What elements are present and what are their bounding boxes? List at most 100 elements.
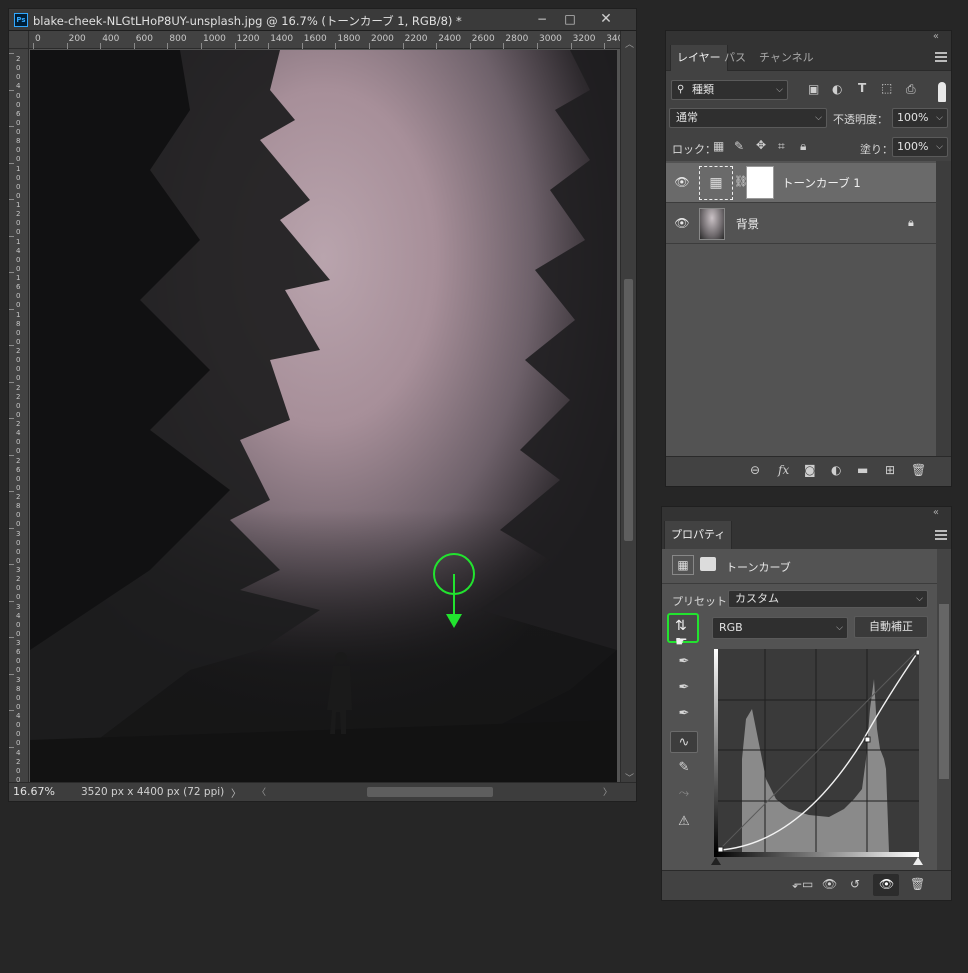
curves-adjustment-icon[interactable]: ▦ bbox=[672, 555, 694, 575]
tab-properties[interactable]: プロパティ bbox=[664, 521, 733, 549]
filter-adjustment-icon[interactable]: ◐ bbox=[832, 82, 842, 96]
blend-mode-select[interactable]: 通常 ⌵ bbox=[669, 108, 827, 128]
chevron-down-icon: ⌵ bbox=[936, 142, 943, 152]
curve-control-point[interactable] bbox=[864, 736, 871, 743]
preset-select[interactable]: カスタム ⌵ bbox=[728, 590, 928, 608]
visibility-eye-icon[interactable]: 👁︎ bbox=[674, 216, 690, 232]
adjustment-layer-icon[interactable]: ◐ bbox=[831, 463, 841, 477]
layer-name[interactable]: トーンカーブ 1 bbox=[782, 175, 861, 191]
ruler-tick-label: 0 bbox=[16, 155, 21, 164]
curves-adjustment-icon[interactable]: ▦ bbox=[699, 166, 733, 200]
tab-channels[interactable]: チャンネル bbox=[753, 45, 820, 71]
white-point-eyedropper-icon[interactable]: ✒ bbox=[670, 703, 698, 725]
trash-icon[interactable]: 🗑︎ bbox=[910, 877, 925, 891]
ruler-tick-label: 0 bbox=[16, 173, 21, 182]
fill-field[interactable]: 100% ⌵ bbox=[892, 137, 948, 157]
layer-thumbnail[interactable] bbox=[699, 208, 725, 240]
horizontal-scroll-thumb[interactable] bbox=[367, 787, 493, 797]
link-icon[interactable]: ⊖ bbox=[750, 463, 760, 477]
panel-menu-icon[interactable] bbox=[935, 530, 947, 540]
layer-mask-thumbnail[interactable] bbox=[746, 166, 774, 199]
filter-pixel-icon[interactable]: ▣ bbox=[808, 82, 819, 96]
document-titlebar[interactable]: Ps blake-cheek-NLGtLHoP8UY-unsplash.jpg … bbox=[9, 9, 636, 31]
scroll-right-icon[interactable]: 〉 bbox=[603, 785, 612, 798]
fx-icon[interactable]: fx bbox=[778, 463, 789, 477]
ruler-tick-label: 0 bbox=[16, 91, 21, 100]
ruler-tick-label: 2000 bbox=[371, 34, 394, 44]
auto-button[interactable]: 自動補正 bbox=[854, 616, 928, 638]
ruler-tick-label: 0 bbox=[16, 64, 21, 73]
chevron-down-icon: ⌵ bbox=[836, 623, 843, 633]
filter-shape-icon[interactable]: ⬚ bbox=[881, 81, 892, 95]
mask-icon[interactable] bbox=[700, 557, 716, 571]
visibility-toggle[interactable]: 👁︎ bbox=[873, 874, 899, 896]
image-canvas[interactable] bbox=[30, 50, 617, 791]
scroll-left-icon[interactable]: 〈 bbox=[257, 785, 266, 798]
layers-scrollbar[interactable] bbox=[936, 161, 951, 456]
ruler-tick-label: 0 bbox=[16, 255, 21, 264]
curve-white-point[interactable] bbox=[915, 649, 922, 656]
ruler-tick bbox=[9, 418, 14, 419]
view-previous-icon[interactable]: 👁︎ bbox=[822, 877, 837, 891]
vertical-scroll-thumb[interactable] bbox=[624, 279, 633, 541]
minimize-button[interactable]: − bbox=[529, 11, 555, 27]
curves-plot[interactable] bbox=[714, 649, 922, 853]
curves-graph[interactable] bbox=[714, 649, 922, 853]
layer-row-background[interactable]: 👁︎ 背景 🔒︎ bbox=[666, 204, 936, 244]
lock-image-brush-icon[interactable]: ✎ bbox=[734, 139, 744, 153]
black-input-slider[interactable] bbox=[711, 857, 721, 865]
ruler-tick-label: 0 bbox=[16, 629, 21, 638]
layer-row-curves[interactable]: 👁︎ ▦ ⛓︎ トーンカーブ 1 bbox=[666, 163, 936, 203]
smooth-curve-icon[interactable]: ⤳ bbox=[670, 783, 698, 805]
curve-point-tool-icon[interactable]: ∿ bbox=[670, 731, 698, 753]
status-menu-chevron-icon[interactable]: 〉 bbox=[231, 785, 241, 800]
gray-point-eyedropper-icon[interactable]: ✒ bbox=[670, 677, 698, 699]
channel-select[interactable]: RGB ⌵ bbox=[712, 617, 848, 639]
ruler-tick bbox=[268, 43, 270, 49]
lock-position-move-icon[interactable]: ✥ bbox=[756, 138, 766, 152]
properties-scrollbar[interactable] bbox=[937, 549, 951, 870]
vertical-ruler[interactable]: 2004006008001000120014001600180020002200… bbox=[9, 49, 29, 790]
horizontal-ruler[interactable]: 0 200 400 600 800 1000 1200 1400 1600 1800 2000 220… bbox=[29, 31, 629, 49]
collapse-panel-icon[interactable]: « bbox=[933, 31, 939, 42]
layer-name[interactable]: 背景 bbox=[736, 216, 759, 232]
ruler-tick-label: 0 bbox=[16, 301, 21, 310]
filter-smartobject-icon[interactable]: ⎙ bbox=[906, 82, 916, 97]
filter-toggle-switch[interactable] bbox=[938, 82, 946, 102]
collapse-panel-icon[interactable]: « bbox=[933, 507, 939, 518]
properties-scroll-thumb[interactable] bbox=[939, 604, 949, 779]
maximize-button[interactable]: □ bbox=[557, 11, 583, 27]
reset-icon[interactable]: ↺ bbox=[850, 877, 860, 891]
close-button[interactable]: ✕ bbox=[593, 11, 619, 27]
lock-artboard-icon[interactable]: ⌗ bbox=[778, 139, 785, 154]
clip-to-layer-icon[interactable]: ⬐▭ bbox=[792, 877, 813, 891]
group-folder-icon[interactable]: ▬ bbox=[857, 463, 868, 477]
ruler-tick-label: 1400 bbox=[270, 34, 294, 44]
clipping-warning-icon[interactable]: ⚠ bbox=[670, 811, 698, 833]
visibility-eye-icon[interactable]: 👁︎ bbox=[674, 175, 690, 191]
lock-all-icon[interactable]: 🔒︎ bbox=[800, 139, 806, 154]
add-mask-icon[interactable]: ◙ bbox=[804, 463, 816, 477]
opacity-field[interactable]: 100% ⌵ bbox=[892, 108, 948, 128]
tab-paths[interactable]: パス bbox=[718, 45, 752, 71]
zoom-field[interactable]: 16.67% bbox=[13, 785, 63, 799]
adjustment-name: トーンカーブ bbox=[726, 561, 791, 574]
canvas-vertical-scrollbar[interactable]: ︿ ﹀ bbox=[620, 31, 636, 790]
black-point-eyedropper-icon[interactable]: ✒ bbox=[670, 651, 698, 673]
pencil-icon[interactable]: ✎ bbox=[670, 757, 698, 779]
layer-filter-select[interactable]: ⚲ 種類 ⌵ bbox=[671, 80, 788, 100]
scroll-up-icon[interactable]: ︿ bbox=[625, 37, 634, 50]
ruler-tick-label: 0 bbox=[16, 766, 21, 775]
panel-menu-icon[interactable] bbox=[935, 52, 947, 62]
targeted-adjustment-tool[interactable]: ⇅☛ bbox=[667, 613, 699, 650]
lock-transparency-icon[interactable]: ▦ bbox=[713, 139, 724, 153]
trash-icon[interactable]: 🗑︎ bbox=[911, 463, 926, 477]
new-layer-icon[interactable]: ⊞ bbox=[885, 463, 895, 477]
ruler-origin[interactable] bbox=[9, 31, 29, 49]
ruler-tick bbox=[9, 272, 14, 273]
canvas-horizontal-scrollbar[interactable]: 〈 〉 bbox=[253, 785, 617, 799]
filter-type-icon[interactable]: T bbox=[858, 81, 866, 95]
white-input-slider[interactable] bbox=[913, 857, 923, 865]
lock-icon[interactable]: 🔒︎ bbox=[908, 216, 914, 230]
ruler-tick-label: 0 bbox=[16, 264, 21, 273]
